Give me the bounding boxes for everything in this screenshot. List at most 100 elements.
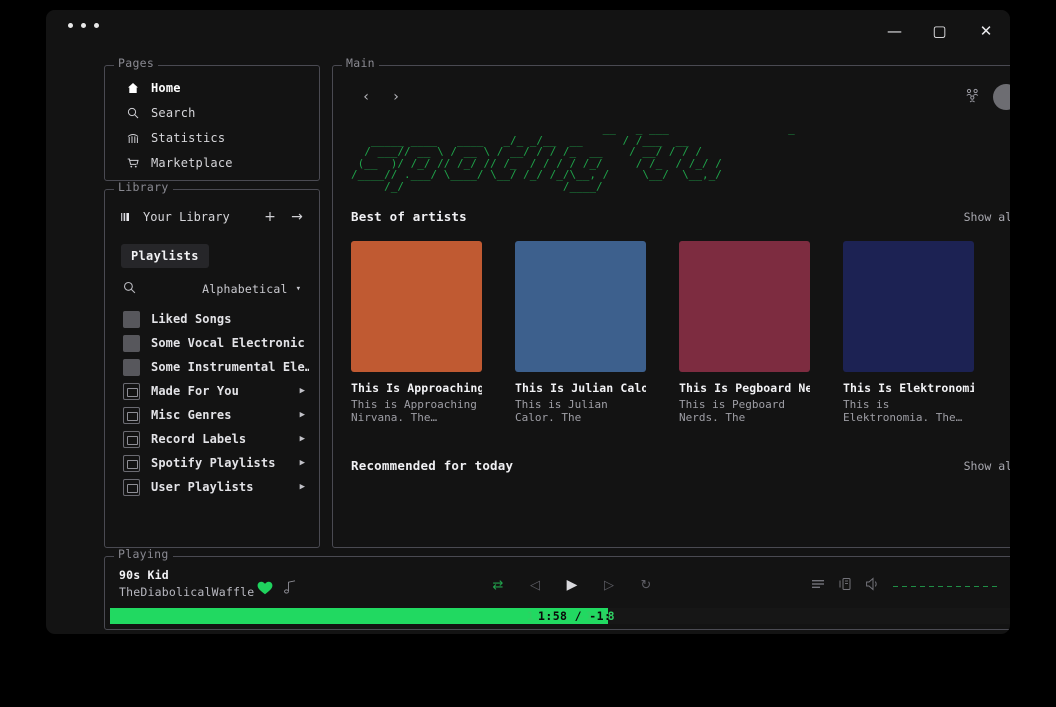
- library-search-icon[interactable]: [123, 281, 136, 297]
- list-item-label: User Playlists: [151, 480, 254, 494]
- list-item[interactable]: Made For You ▶: [123, 379, 309, 403]
- folder-icon: [123, 406, 140, 424]
- library-panel-title: Library: [114, 181, 173, 194]
- artist-card-title: This Is Pegboard Ne…: [679, 380, 810, 395]
- shuffle-button[interactable]: ⇄: [491, 578, 505, 593]
- artist-card[interactable]: This Is Pegboard Ne… This is Pegboard Ne…: [679, 240, 810, 426]
- back-button[interactable]: ‹: [351, 89, 381, 105]
- section-title: Best of artists: [351, 208, 467, 224]
- chevron-right-icon[interactable]: ▶: [300, 458, 309, 468]
- dot-3: [94, 23, 99, 28]
- list-item-label: Misc Genres: [151, 408, 232, 422]
- show-all-link[interactable]: Show all: [964, 459, 1010, 473]
- expand-library-button[interactable]: →: [289, 209, 305, 225]
- sidebar-item-search-label: Search: [151, 105, 196, 120]
- list-item-label: Made For You: [151, 384, 239, 398]
- album-art: [843, 240, 974, 372]
- tab-playlists[interactable]: Playlists: [121, 244, 209, 268]
- play-button[interactable]: ▶: [565, 577, 579, 593]
- window-menu-dots[interactable]: [68, 23, 99, 28]
- show-all-link[interactable]: Show all: [964, 210, 1010, 224]
- track-title: 90s Kid: [119, 568, 169, 582]
- playlist-swatch-icon: [123, 358, 140, 376]
- artist-cards-row: This Is Approaching… This is Approaching…: [333, 240, 1010, 426]
- player-right-controls: [811, 577, 1010, 595]
- volume-slider[interactable]: [893, 585, 998, 587]
- window-controls: — ▢ ✕: [872, 10, 1010, 52]
- chevron-right-icon[interactable]: ▶: [300, 482, 309, 492]
- playback-progress-bar[interactable]: 1:58 / -1:48 1:58 / -1:48: [110, 608, 1010, 624]
- sidebar-item-marketplace[interactable]: Marketplace: [105, 150, 319, 175]
- previous-button[interactable]: ◁: [528, 578, 542, 593]
- list-item-label: Some Vocal Electronic: [151, 336, 305, 350]
- library-panel: Library Your Library + → Playlists Alpha…: [104, 181, 320, 548]
- list-item[interactable]: Misc Genres ▶: [123, 403, 309, 427]
- your-library-row[interactable]: Your Library + →: [119, 204, 305, 230]
- search-icon: [126, 106, 139, 119]
- list-item-label: Record Labels: [151, 432, 247, 446]
- artist-card[interactable]: This Is Julian Calor This is Julian Calo…: [515, 240, 646, 426]
- playing-inner: 90s Kid TheDiabolicalWaffle ⇄ ◁ ▶ ▷ ↻ 1:…: [105, 557, 1010, 629]
- artist-card-description: This is Approaching Nirvana. The…: [351, 397, 477, 425]
- artist-card-title: This Is Julian Calor: [515, 380, 646, 395]
- avatar[interactable]: [993, 84, 1010, 110]
- folder-icon: [123, 382, 140, 400]
- music-note-icon[interactable]: [283, 580, 297, 599]
- playlist-list: Liked Songs Some Vocal Electronic Some I…: [105, 307, 319, 499]
- minimize-button[interactable]: —: [872, 10, 917, 52]
- add-playlist-button[interactable]: +: [262, 209, 278, 225]
- pages-panel: Pages Home Search Statistics Marketplace: [104, 57, 320, 181]
- list-item[interactable]: Record Labels ▶: [123, 427, 309, 451]
- heart-icon[interactable]: [257, 581, 273, 599]
- forward-button[interactable]: ›: [381, 89, 411, 105]
- list-item[interactable]: Some Instrumental Ele…: [123, 355, 309, 379]
- list-item[interactable]: Spotify Playlists ▶: [123, 451, 309, 475]
- dot-1: [68, 23, 73, 28]
- queue-icon[interactable]: [811, 577, 825, 595]
- chevron-down-icon[interactable]: ▾: [296, 284, 301, 294]
- list-item-label: Spotify Playlists: [151, 456, 276, 470]
- main-panel: Main ‹ › __ _ ___ _ _____ ____ ____ _/_ …: [332, 57, 1010, 548]
- artist-card[interactable]: This Is Approaching… This is Approaching…: [351, 240, 482, 426]
- artist-card-title: This Is Elektronomia: [843, 380, 974, 395]
- sidebar-item-marketplace-label: Marketplace: [151, 155, 233, 170]
- pages-panel-title: Pages: [114, 57, 159, 70]
- cart-icon: [126, 156, 139, 169]
- list-item[interactable]: User Playlists ▶: [123, 475, 309, 499]
- maximize-button[interactable]: ▢: [917, 10, 962, 52]
- chevron-right-icon[interactable]: ▶: [300, 386, 309, 396]
- now-playing-info: 90s Kid TheDiabolicalWaffle: [119, 568, 254, 599]
- playback-time-label-filled-text: 1:58 / -1:48: [538, 609, 608, 623]
- sidebar-item-search[interactable]: Search: [105, 100, 319, 125]
- album-art: [351, 240, 482, 372]
- sidebar-item-home[interactable]: Home: [105, 75, 319, 100]
- chevron-right-icon[interactable]: ▶: [300, 410, 309, 420]
- sidebar-item-statistics[interactable]: Statistics: [105, 125, 319, 150]
- chevron-right-icon[interactable]: ▶: [300, 434, 309, 444]
- album-art: [679, 240, 810, 372]
- list-item[interactable]: Some Vocal Electronic: [123, 331, 309, 355]
- sort-order-value[interactable]: Alphabetical: [202, 282, 287, 296]
- volume-icon[interactable]: [865, 577, 880, 595]
- repeat-button[interactable]: ↻: [639, 578, 653, 593]
- artist-card-description: This is Julian Calor. The essentia…: [515, 397, 608, 426]
- next-button[interactable]: ▷: [602, 578, 616, 593]
- dot-2: [81, 23, 86, 28]
- library-sort-row: Alphabetical ▾: [123, 280, 301, 298]
- artist-card[interactable]: This Is Elektronomia This is Elektronomi…: [843, 240, 974, 426]
- friends-icon[interactable]: [965, 88, 980, 107]
- artist-card-title: This Is Approaching…: [351, 380, 482, 395]
- playlist-swatch-icon: [123, 334, 140, 352]
- list-item[interactable]: Liked Songs: [123, 307, 309, 331]
- main-navigation-bar: ‹ ›: [333, 77, 1010, 117]
- list-item-label: Liked Songs: [151, 312, 232, 326]
- playback-time-label-filled: 1:58 / -1:48: [110, 608, 608, 624]
- home-icon: [126, 81, 139, 94]
- spotify-tui-ascii-logo: __ _ ___ _ _____ ____ ____ _/_ _/__ __ /…: [351, 122, 795, 193]
- list-item-label: Some Instrumental Ele…: [151, 360, 309, 374]
- artist-card-description: This is Elektronomia. The…: [843, 397, 963, 425]
- section-header-recommended: Recommended for today Show all: [333, 458, 1010, 473]
- playlist-swatch-icon: [123, 310, 140, 328]
- close-button[interactable]: ✕: [962, 10, 1010, 52]
- devices-icon[interactable]: [838, 577, 852, 595]
